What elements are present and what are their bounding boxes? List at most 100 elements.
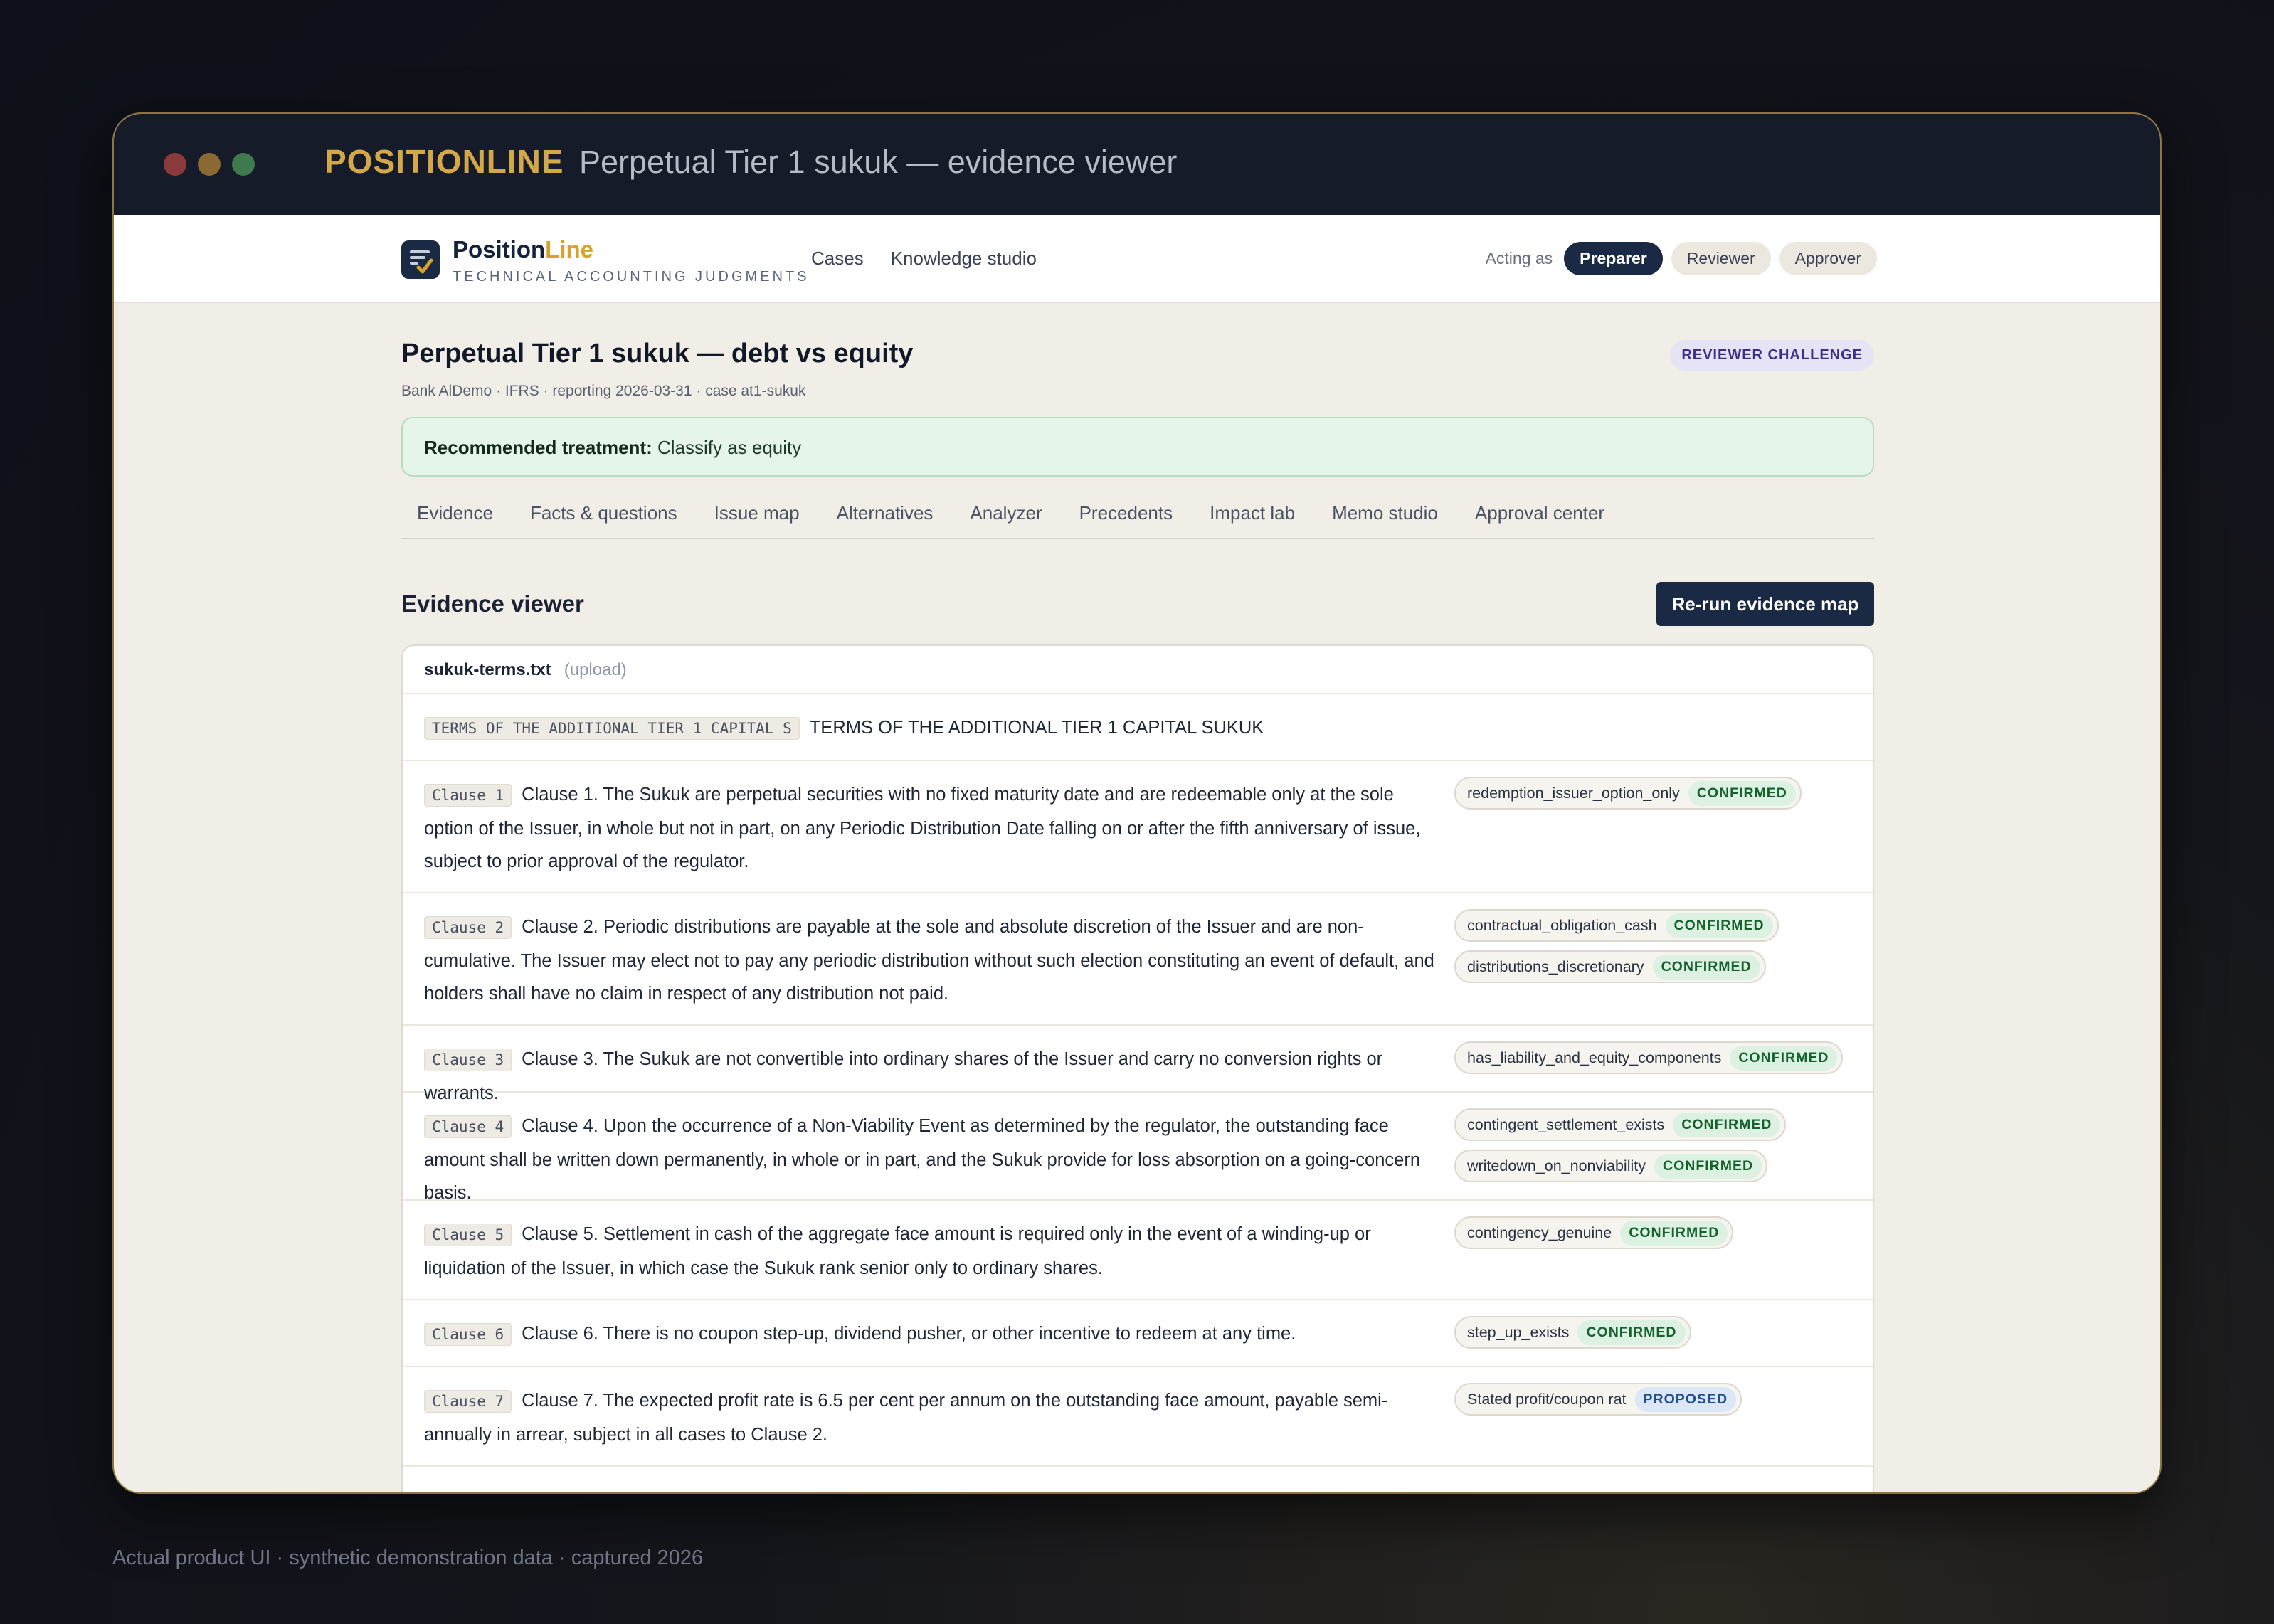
clause-text: Clause 1. The Sukuk are perpetual securi…: [424, 785, 1421, 871]
fact-tags: Stated profit/coupon rat PROPOSED: [1454, 1383, 1742, 1416]
tab-memo-studio[interactable]: Memo studio: [1332, 502, 1438, 538]
clause-text: Clause 2. Periodic distributions are pay…: [424, 917, 1434, 1004]
fact-status-badge: CONFIRMED: [1620, 1220, 1728, 1246]
tab-facts-questions[interactable]: Facts & questions: [530, 502, 677, 538]
tab-evidence[interactable]: Evidence: [417, 502, 493, 538]
tab-alternatives[interactable]: Alternatives: [837, 502, 934, 538]
case-tabs: Evidence Facts & questions Issue map Alt…: [401, 502, 1874, 539]
window-controls: [164, 153, 255, 176]
fact-tag[interactable]: contingency_genuine CONFIRMED: [1454, 1216, 1734, 1249]
logo-icon[interactable]: [401, 240, 440, 279]
app-header: PositionLine TECHNICAL ACCOUNTING JUDGME…: [114, 215, 2160, 303]
clause-tag: Clause 6: [424, 1323, 512, 1346]
clause-text: Clause 6. There is no coupon step-up, di…: [522, 1324, 1296, 1344]
fact-tags: step_up_exists CONFIRMED: [1454, 1316, 1691, 1349]
tab-precedents[interactable]: Precedents: [1079, 502, 1173, 538]
evidence-row[interactable]: Clause 1 Clause 1. The Sukuk are perpetua…: [403, 761, 1873, 893]
evidence-row[interactable]: Clause 7 Clause 7. The expected profit ra…: [403, 1367, 1873, 1467]
evidence-row[interactable]: Clause 4 Clause 4. Upon the occurrence of…: [403, 1093, 1873, 1203]
role-preparer-button[interactable]: Preparer: [1564, 242, 1663, 275]
clause-text-container: Clause 7 Clause 7. The expected profit ra…: [424, 1384, 1447, 1451]
recommendation-label: Recommended treatment:: [424, 437, 652, 458]
tab-impact-lab[interactable]: Impact lab: [1210, 502, 1295, 538]
evidence-row[interactable]: TERMS OF THE ADDITIONAL TIER 1 CAPITAL S…: [403, 694, 1873, 761]
fact-status-badge: PROPOSED: [1634, 1386, 1737, 1412]
evidence-row[interactable]: Clause 6 Clause 6. There is no coupon ste…: [403, 1300, 1873, 1367]
fact-name: step_up_exists: [1467, 1323, 1570, 1341]
window-brand: POSITIONLINE: [324, 143, 564, 180]
recommendation-banner: Recommended treatment: Classify as equit…: [401, 417, 1874, 477]
tab-analyzer[interactable]: Analyzer: [970, 502, 1042, 538]
evidence-row[interactable]: Clause 3 Clause 3. The Sukuk are not conv…: [403, 1026, 1873, 1103]
clause-tag: TERMS OF THE ADDITIONAL TIER 1 CAPITAL S: [424, 717, 800, 740]
acting-as-label: Acting as: [1485, 249, 1553, 267]
fact-tags: contingency_genuine CONFIRMED: [1454, 1216, 1734, 1249]
fact-tags: contingent_settlement_exists CONFIRMED wr…: [1454, 1108, 1787, 1182]
logo-name[interactable]: PositionLine: [453, 236, 593, 263]
maximize-window-dot[interactable]: [232, 153, 255, 176]
fact-name: has_liability_and_equity_components: [1467, 1049, 1722, 1066]
recommendation-value: Classify as equity: [657, 437, 802, 458]
evidence-row[interactable]: Clause 2 Clause 2. Periodic distributions…: [403, 893, 1873, 1026]
fact-tags: contractual_obligation_cash CONFIRMED dis…: [1454, 909, 1779, 983]
clause-text: Clause 5. Settlement in cash of the aggr…: [424, 1224, 1371, 1278]
clause-text-container: Clause 1 Clause 1. The Sukuk are perpetua…: [424, 778, 1447, 879]
role-reviewer-button[interactable]: Reviewer: [1671, 242, 1771, 275]
clause-text-container: Clause 5 Clause 5. Settlement in cash of …: [424, 1218, 1447, 1285]
clause-tag: Clause 4: [424, 1115, 512, 1138]
fact-name: contingent_settlement_exists: [1467, 1115, 1665, 1133]
fact-tag[interactable]: writedown_on_nonviability CONFIRMED: [1454, 1150, 1768, 1182]
fact-status-badge: CONFIRMED: [1577, 1320, 1686, 1345]
fact-name: redemption_issuer_option_only: [1467, 784, 1680, 802]
file-name[interactable]: sukuk-terms.txt: [424, 660, 551, 679]
evidence-panel: sukuk-terms.txt (upload) TERMS OF THE ADD…: [401, 644, 1874, 1492]
case-meta: Bank AlDemo · IFRS · reporting 2026-03-3…: [401, 383, 806, 399]
fact-status-badge: CONFIRMED: [1652, 954, 1760, 980]
fact-status-badge: CONFIRMED: [1665, 913, 1773, 938]
window-titlebar: POSITIONLINE Perpetual Tier 1 sukuk — ev…: [114, 114, 2160, 215]
fact-status-badge: CONFIRMED: [1654, 1153, 1762, 1179]
file-header: sukuk-terms.txt (upload): [403, 646, 1873, 694]
clause-tag: Clause 2: [424, 916, 512, 939]
fact-name: writedown_on_nonviability: [1467, 1157, 1646, 1174]
fact-name: contingency_genuine: [1467, 1224, 1612, 1241]
nav-knowledge-studio[interactable]: Knowledge studio: [891, 248, 1037, 270]
tab-approval-center[interactable]: Approval center: [1475, 502, 1604, 538]
evidence-row[interactable]: Clause 5 Clause 5. Settlement in cash of …: [403, 1201, 1873, 1300]
tab-issue-map[interactable]: Issue map: [714, 502, 800, 538]
clause-tag: Clause 3: [424, 1049, 512, 1071]
logo-name-primary: Position: [453, 236, 546, 262]
fact-tag[interactable]: contingent_settlement_exists CONFIRMED: [1454, 1108, 1787, 1141]
fact-tag[interactable]: redemption_issuer_option_only CONFIRMED: [1454, 777, 1802, 810]
fact-name: contractual_obligation_cash: [1467, 916, 1657, 934]
window-title: Perpetual Tier 1 sukuk — evidence viewer: [579, 144, 1178, 180]
clause-text: Clause 7. The expected profit rate is 6.…: [424, 1391, 1388, 1445]
fact-tag[interactable]: contractual_obligation_cash CONFIRMED: [1454, 909, 1779, 942]
fact-name: Stated profit/coupon rat: [1467, 1390, 1627, 1408]
close-window-dot[interactable]: [164, 153, 186, 176]
clause-text-container: Clause 6 Clause 6. There is no coupon ste…: [424, 1317, 1447, 1352]
fact-tag[interactable]: Stated profit/coupon rat PROPOSED: [1454, 1383, 1742, 1416]
fact-tag[interactable]: has_liability_and_equity_components CONFI…: [1454, 1041, 1844, 1074]
fact-name: distributions_discretionary: [1467, 957, 1644, 975]
role-approver-button[interactable]: Approver: [1779, 242, 1877, 275]
fact-tags: redemption_issuer_option_only CONFIRMED: [1454, 777, 1802, 810]
minimize-window-dot[interactable]: [198, 153, 221, 176]
rerun-evidence-map-button[interactable]: Re-run evidence map: [1656, 582, 1874, 626]
section-title: Evidence viewer: [401, 590, 584, 617]
fact-tag[interactable]: step_up_exists CONFIRMED: [1454, 1316, 1691, 1349]
clause-tag: Clause 7: [424, 1390, 512, 1413]
fact-status-badge: CONFIRMED: [1688, 780, 1796, 806]
role-switcher: Acting as Preparer Reviewer Approver: [1486, 242, 1877, 275]
fact-tag[interactable]: distributions_discretionary CONFIRMED: [1454, 950, 1766, 983]
fact-status-badge: CONFIRMED: [1673, 1112, 1781, 1137]
nav-cases[interactable]: Cases: [811, 248, 864, 270]
status-badge: REVIEWER CHALLENGE: [1670, 340, 1874, 371]
page-title: Perpetual Tier 1 sukuk — debt vs equity: [401, 339, 914, 368]
clause-tag: Clause 1: [424, 784, 512, 807]
app-window: POSITIONLINE Perpetual Tier 1 sukuk — ev…: [112, 112, 2162, 1494]
clause-text-container: TERMS OF THE ADDITIONAL TIER 1 CAPITAL S…: [424, 711, 1447, 745]
logo-name-accent: Line: [545, 236, 594, 262]
main-nav: Cases Knowledge studio: [811, 248, 1037, 270]
clause-text-container: Clause 4 Clause 4. Upon the occurrence of…: [424, 1110, 1447, 1210]
